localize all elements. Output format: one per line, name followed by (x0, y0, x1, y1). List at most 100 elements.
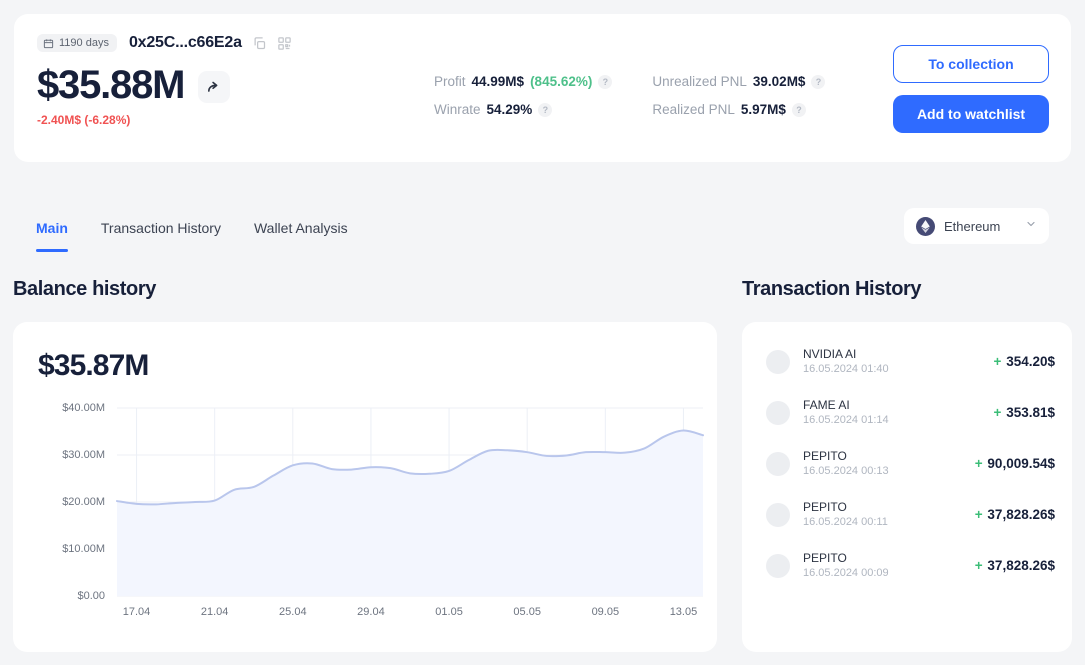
token-name: NVIDIA AI (803, 346, 857, 361)
transaction-row[interactable]: NVIDIA AI 16.05.2024 01:40 + 354.20$ (742, 336, 1072, 387)
amount-sign: + (974, 558, 987, 573)
transaction-date: 16.05.2024 00:09 (803, 567, 889, 580)
x-axis-tick-label: 13.05 (669, 606, 698, 618)
x-axis-tick-label: 25.04 (279, 606, 307, 618)
help-icon[interactable]: ? (811, 74, 826, 89)
y-axis-tick-label: $40.00M (62, 402, 105, 414)
transaction-amount: + 90,009.54$ (975, 456, 1055, 471)
transaction-amount: + 37,828.26$ (975, 558, 1055, 573)
days-badge: 1190 days (37, 34, 117, 52)
help-icon[interactable]: ? (538, 102, 553, 117)
stat-percent: (845.62%) (530, 74, 593, 89)
y-axis-tick-label: $0.00 (77, 590, 105, 602)
token-avatar (766, 502, 790, 527)
chain-selector[interactable]: Ethereum (904, 208, 1049, 244)
tab-transaction-history[interactable]: Transaction History (101, 220, 221, 252)
qr-code-icon[interactable] (277, 36, 292, 51)
y-axis-tick-label: $10.00M (62, 543, 105, 555)
token-avatar (766, 349, 790, 374)
days-badge-label: 1190 days (59, 37, 109, 49)
balance-history-title: Balance history (13, 278, 156, 300)
x-axis-tick-label: 01.05 (435, 606, 463, 618)
stat-label: Profit (434, 74, 466, 89)
calendar-icon (43, 38, 54, 49)
wallet-meta-row: 1190 days 0x25C...c66E2a (37, 32, 417, 54)
token-name: PEPITO (803, 550, 847, 565)
ethereum-icon (916, 216, 935, 236)
tab-wallet-analysis[interactable]: Wallet Analysis (254, 220, 348, 252)
wallet-address: 0x25C...c66E2a (128, 34, 242, 51)
x-axis-tick-label: 21.04 (200, 606, 229, 618)
transaction-info: PEPITO 16.05.2024 00:11 (803, 499, 962, 530)
stats-column-right: Unrealized PNL 39.02M$ ? Realized PNL 5.… (652, 74, 826, 117)
add-to-watchlist-button[interactable]: Add to watchlist (893, 95, 1049, 133)
token-avatar (766, 400, 790, 425)
token-name: PEPITO (803, 448, 847, 463)
amount-value: 37,828.26$ (987, 507, 1055, 522)
share-arrow-icon (206, 79, 223, 96)
transaction-date: 16.05.2024 00:11 (803, 516, 888, 529)
balance-row: $35.88M (37, 64, 417, 106)
amount-sign: + (974, 456, 987, 471)
chevron-down-icon (1025, 217, 1037, 235)
transaction-history-title: Transaction History (742, 278, 922, 300)
transaction-date: 16.05.2024 01:14 (803, 414, 889, 427)
header-actions: To collection Add to watchlist (893, 45, 1049, 133)
transaction-row[interactable]: PEPITO 16.05.2024 00:11 + 37,828.26$ (742, 489, 1072, 540)
transaction-info: PEPITO 16.05.2024 00:13 (803, 448, 962, 479)
y-axis-tick-label: $20.00M (62, 496, 105, 508)
x-axis-tick-label: 17.04 (122, 606, 151, 618)
stat-label: Realized PNL (652, 102, 735, 117)
wallet-balance: $35.88M (37, 63, 185, 107)
transaction-info: NVIDIA AI 16.05.2024 01:40 (803, 346, 981, 377)
token-name: PEPITO (803, 499, 847, 514)
transaction-amount: + 354.20$ (994, 354, 1055, 369)
token-avatar (766, 451, 790, 476)
y-axis-tick-label: $30.00M (62, 449, 105, 461)
chart-canvas (116, 407, 704, 597)
stats-column-left: Profit 44.99M$ (845.62%) ? Winrate 54.29… (434, 74, 613, 117)
wallet-dashboard-page: 1190 days 0x25C...c66E2a $35.88M -2.40M$… (0, 0, 1085, 665)
x-axis-tick-label: 05.05 (513, 606, 541, 618)
stat-value: 54.29% (486, 102, 533, 117)
help-icon[interactable]: ? (791, 102, 806, 117)
transaction-amount: + 353.81$ (994, 405, 1055, 420)
chart-x-axis: 17.04 21.04 25.04 29.04 01.05 05.05 09.05 13.05 (13, 606, 717, 626)
wallet-stats: Profit 44.99M$ (845.62%) ? Winrate 54.29… (434, 74, 826, 117)
transaction-info: PEPITO 16.05.2024 00:09 (803, 550, 962, 581)
wallet-identity-block: 1190 days 0x25C...c66E2a $35.88M -2.40M$… (37, 32, 417, 127)
transaction-row[interactable]: FAME AI 16.05.2024 01:14 + 353.81$ (742, 387, 1072, 438)
amount-value: 353.81$ (1006, 405, 1055, 420)
balance-chart[interactable]: $0.00 $10.00M $20.00M $30.00M $40.00M 17.04 2… (13, 400, 717, 650)
stat-unrealized-pnl: Unrealized PNL 39.02M$ ? (652, 74, 826, 89)
chain-name: Ethereum (944, 218, 1001, 234)
stat-value: 39.02M$ (752, 74, 806, 89)
amount-value: 354.20$ (1006, 354, 1055, 369)
balance-history-card: $35.87M $0.00 $10.00M $20.00M $30.00M $40.00… (13, 322, 717, 652)
share-button[interactable] (198, 71, 231, 103)
token-avatar (766, 553, 790, 578)
wallet-summary-card: 1190 days 0x25C...c66E2a $35.88M -2.40M$… (14, 14, 1071, 162)
stat-profit: Profit 44.99M$ (845.62%) ? (434, 74, 613, 89)
help-icon[interactable]: ? (598, 74, 613, 89)
chart-current-value: $35.87M (38, 349, 149, 382)
tab-main[interactable]: Main (36, 220, 68, 252)
amount-sign: + (993, 354, 1006, 369)
transaction-amount: + 37,828.26$ (975, 507, 1055, 522)
transaction-list-card: NVIDIA AI 16.05.2024 01:40 + 354.20$ FAME A… (742, 322, 1072, 652)
transaction-list: NVIDIA AI 16.05.2024 01:40 + 354.20$ FAME A… (742, 336, 1072, 591)
x-axis-tick-label: 29.04 (357, 606, 385, 618)
stat-label: Winrate (434, 102, 481, 117)
x-axis-tick-label: 09.05 (591, 606, 620, 618)
transaction-row[interactable]: PEPITO 16.05.2024 00:09 + 37,828.26$ (742, 540, 1072, 591)
transaction-row[interactable]: PEPITO 16.05.2024 00:13 + 90,009.54$ (742, 438, 1072, 489)
chart-y-axis: $0.00 $10.00M $20.00M $30.00M $40.00M (13, 400, 105, 602)
copy-icon[interactable] (252, 36, 267, 51)
transaction-date: 16.05.2024 00:13 (803, 465, 889, 478)
transaction-date: 16.05.2024 01:40 (803, 363, 889, 376)
stat-value: 44.99M$ (471, 74, 525, 89)
amount-value: 90,009.54$ (987, 456, 1055, 471)
amount-value: 37,828.26$ (987, 558, 1055, 573)
to-collection-button[interactable]: To collection (893, 45, 1049, 83)
transaction-info: FAME AI 16.05.2024 01:14 (803, 397, 981, 428)
